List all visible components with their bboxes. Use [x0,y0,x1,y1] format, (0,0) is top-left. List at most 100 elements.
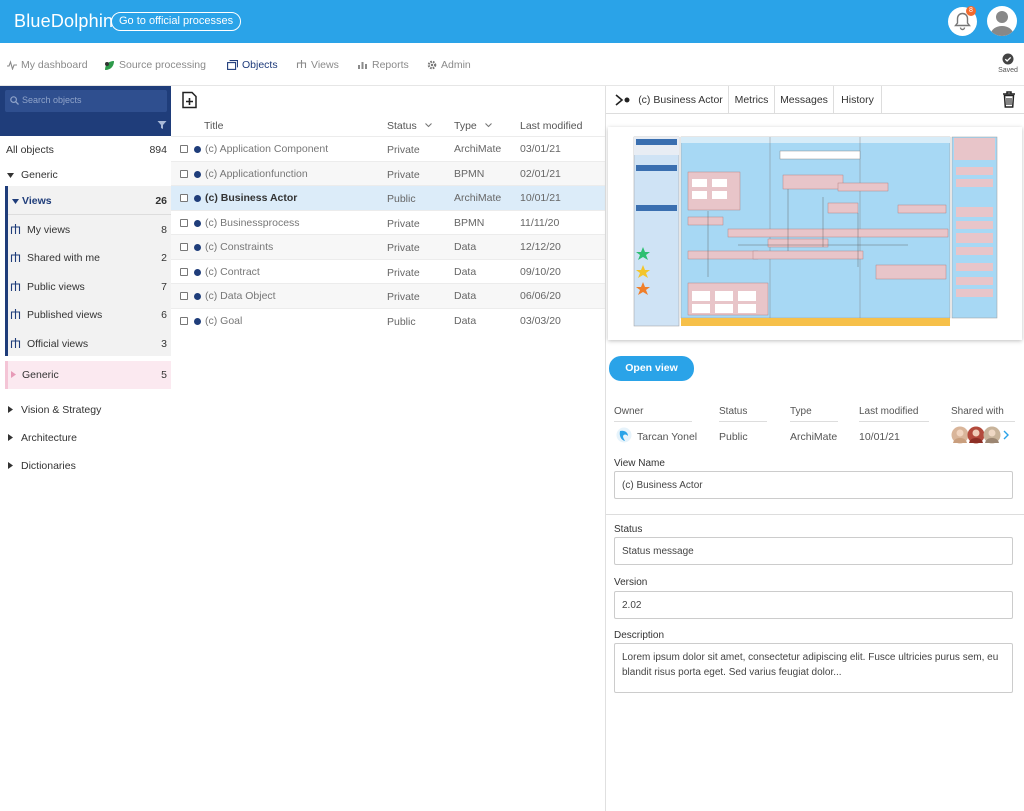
tab-messages[interactable]: Messages [775,86,834,114]
row-modified: 06/06/20 [520,290,561,302]
table-row[interactable]: (c) Application Component Private ArchiM… [171,136,605,161]
tree-label: Views [22,195,52,207]
nav-reports[interactable]: Reports [357,58,409,72]
search-placeholder: Search objects [22,95,82,105]
tree-item-all-objects[interactable]: All objects 894 [0,136,171,164]
owner-modified: 10/01/21 [859,431,900,443]
tree-count: 5 [161,369,167,381]
nav-admin[interactable]: Admin [427,58,471,72]
tree-item-generic[interactable]: Generic [0,161,171,189]
status-field[interactable]: Status message [614,537,1013,565]
tree-item-published-views[interactable]: Published views 6 [0,301,171,329]
tree-label: Official views [27,338,89,350]
row-type: Data [454,241,477,253]
table-row[interactable]: (c) Data Object Private Data 06/06/20 [171,283,605,308]
nav-objects[interactable]: Objects [227,58,278,72]
tree-item-dictionaries[interactable]: Dictionaries [0,452,171,480]
main-nav: My dashboard Source processing Objects V… [0,43,1024,86]
tree-item-my-views[interactable]: My views 8 [0,216,171,244]
tree-item-generic-sub[interactable]: Generic 5 [5,361,171,389]
tree-label: Dictionaries [21,460,76,472]
nav-views[interactable]: Views [296,58,339,72]
diagram-thumbnail [633,136,998,327]
tree-item-vision-strategy[interactable]: Vision & Strategy [0,396,171,424]
row-checkbox[interactable] [180,317,188,325]
check-circle-icon [1002,53,1014,65]
caret-down-icon [12,199,19,204]
row-type: BPMN [454,217,485,229]
chevron-down-icon[interactable] [485,123,492,128]
nav-label: My dashboard [21,59,88,71]
official-processes-button[interactable]: Go to official processes [111,12,242,31]
row-checkbox[interactable] [180,145,188,153]
caret-down-icon [7,173,14,178]
tree-item-official-views[interactable]: Official views 3 [0,330,171,358]
app-logo[interactable]: BlueDolphin [14,11,113,32]
row-status: Public [387,193,416,205]
top-bar: BlueDolphin Go to official processes 8 [0,0,1024,43]
new-object-icon[interactable] [181,91,199,109]
chevron-down-icon[interactable] [425,123,432,128]
row-checkbox[interactable] [180,194,188,202]
cube-icon [227,60,238,70]
column-type[interactable]: Type [454,120,477,132]
tree-item-architecture[interactable]: Architecture [0,424,171,452]
view-diagram-preview[interactable] [608,127,1022,340]
row-title: (c) Data Object [205,290,276,302]
status-dot [194,195,201,202]
column-last-modified[interactable]: Last modified [520,120,582,132]
column-status[interactable]: Status [387,120,417,132]
row-type: BPMN [454,168,485,180]
filter-icon[interactable] [157,120,167,130]
table-row[interactable]: (c) Goal Public Data 03/03/20 [171,308,605,333]
status-dot [194,146,201,153]
row-title: (c) Application Component [205,143,329,155]
objects-table-panel: Title Status Type Last modified (c) Appl… [171,86,605,811]
row-status: Private [387,242,420,254]
row-checkbox[interactable] [180,170,188,178]
description-field[interactable]: Lorem ipsum dolor sit amet, consectetur … [614,643,1013,693]
user-avatar[interactable] [987,6,1017,36]
version-field[interactable]: 2.02 [614,591,1013,619]
collapse-panel-icon[interactable] [615,94,631,106]
tab-history[interactable]: History [834,86,882,114]
tree-item-views[interactable]: Views 26 [0,187,171,215]
tree-count: 26 [155,195,167,207]
row-checkbox[interactable] [180,268,188,276]
table-header: Title Status Type Last modified [171,86,605,136]
row-status: Private [387,218,420,230]
saved-indicator: Saved [997,53,1019,74]
detail-panel: (c) Business Actor Metrics Messages Hist… [605,86,1024,811]
search-input[interactable]: Search objects [5,90,167,112]
table-row[interactable]: (c) Constraints Private Data 12/12/20 [171,234,605,259]
tab-business-actor[interactable]: (c) Business Actor [633,86,729,114]
hierarchy-icon [10,224,21,234]
row-checkbox[interactable] [180,292,188,300]
nav-source-processing[interactable]: Source processing [104,58,206,72]
row-checkbox[interactable] [180,243,188,251]
table-row-selected[interactable]: (c) Business Actor Public ArchiMate 10/0… [171,185,605,210]
table-row[interactable]: (c) Applicationfunction Private BPMN 02/… [171,161,605,186]
open-view-button[interactable]: Open view [609,356,694,381]
tree-item-shared-with-me[interactable]: Shared with me 2 [0,244,171,272]
status-dot [194,269,201,276]
tree-item-public-views[interactable]: Public views 7 [0,273,171,301]
owner-type: ArchiMate [790,431,838,443]
nav-label: Admin [441,59,471,71]
trash-icon[interactable] [1002,91,1016,108]
shared-with-avatars[interactable] [951,426,1021,444]
tab-metrics[interactable]: Metrics [729,86,775,114]
pulse-icon [7,60,17,70]
row-title: (c) Business Actor [205,192,298,204]
table-row[interactable]: (c) Contract Private Data 09/10/20 [171,259,605,284]
view-name-field[interactable]: (c) Business Actor [614,471,1013,499]
column-title[interactable]: Title [204,120,223,132]
tree-label: All objects [6,144,54,156]
table-row[interactable]: (c) Businessprocess Private BPMN 11/11/2… [171,210,605,235]
meta-header-last-modified: Last modified [859,406,929,422]
row-modified: 03/01/21 [520,143,561,155]
row-checkbox[interactable] [180,219,188,227]
row-title: (c) Contract [205,266,260,278]
avatar-group-icon [951,426,1009,444]
nav-my-dashboard[interactable]: My dashboard [7,58,88,72]
